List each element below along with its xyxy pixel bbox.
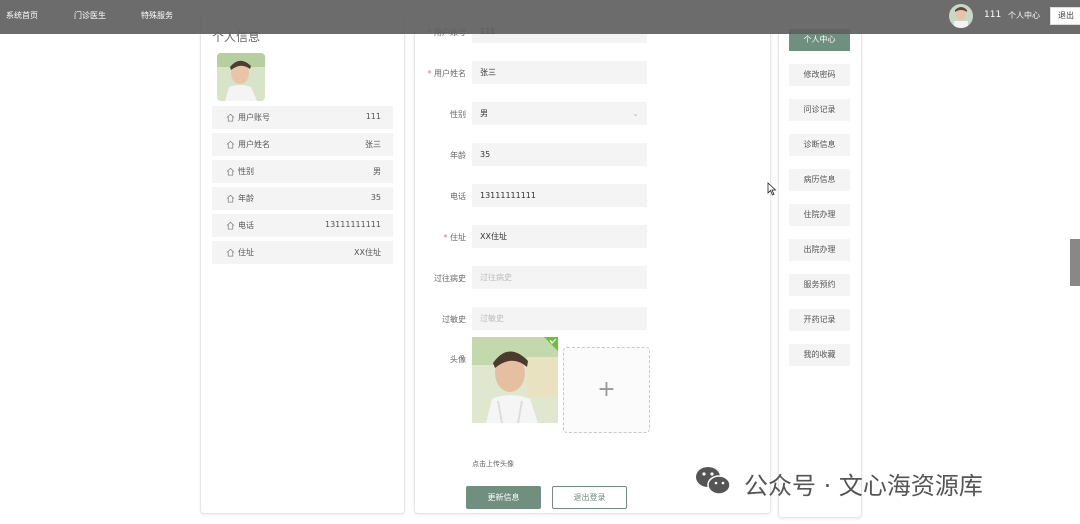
top-navbar: 系统首页 门诊医生 特殊服务 111 个人中心 退出 — [0, 0, 1080, 34]
gender-select[interactable]: 男 ⌄ — [472, 102, 647, 125]
side-menu-card — [778, 12, 862, 518]
address-label: * 住址 — [443, 233, 466, 242]
avatar-upload-hint[interactable]: 点击上传头像 — [472, 459, 514, 469]
history-input[interactable]: 过往病史 — [472, 266, 647, 289]
plus-icon: + — [597, 377, 616, 402]
phone-input[interactable]: 13111111111 — [472, 184, 647, 207]
profile-row-account: 用户账号 111 — [212, 106, 393, 129]
menu-my-favorites[interactable]: 我的收藏 — [789, 344, 850, 366]
gender-select-value: 男 — [480, 109, 488, 118]
uploaded-avatar-image[interactable] — [472, 337, 558, 423]
profile-row-address: 住址 XX住址 — [212, 241, 393, 264]
avatar-label: 头像 — [450, 355, 466, 364]
menu-prescription-records[interactable]: 开药记录 — [789, 309, 850, 331]
profile-row-value: 35 — [370, 193, 381, 202]
menu-diagnosis-info[interactable]: 诊断信息 — [789, 134, 850, 156]
profile-row-value: XX住址 — [354, 248, 381, 257]
name-input[interactable]: 张三 — [472, 61, 647, 84]
logout-button[interactable]: 退出 — [1050, 7, 1080, 25]
profile-row-label: 用户账号 — [238, 113, 270, 122]
update-info-button[interactable]: 更新信息 — [466, 486, 541, 509]
profile-row-value: 111 — [365, 112, 381, 121]
menu-service-booking[interactable]: 服务预约 — [789, 274, 850, 296]
nav-home[interactable]: 系统首页 — [6, 10, 38, 21]
profile-row-phone: 电话 13111111111 — [212, 214, 393, 237]
phone-label: 电话 — [450, 192, 466, 201]
home-icon — [226, 248, 235, 257]
profile-row-value: 13111111111 — [325, 220, 381, 229]
user-avatar[interactable] — [949, 4, 973, 28]
profile-row-label: 年龄 — [238, 194, 254, 203]
profile-row-label: 住址 — [238, 248, 254, 257]
nav-outpatient-doctor[interactable]: 门诊医生 — [74, 10, 106, 21]
profile-row-label: 电话 — [238, 221, 254, 230]
home-icon — [226, 194, 235, 203]
nav-special-service[interactable]: 特殊服务 — [141, 10, 173, 21]
menu-discharge[interactable]: 出院办理 — [789, 239, 850, 261]
gender-label: 性别 — [450, 110, 466, 119]
personal-center-link[interactable]: 个人中心 — [1008, 10, 1040, 21]
profile-row-age: 年龄 35 — [212, 187, 393, 210]
logout-account-button[interactable]: 退出登录 — [552, 486, 627, 509]
address-input[interactable]: XX住址 — [472, 225, 647, 248]
chevron-down-icon: ⌄ — [632, 109, 639, 118]
allergy-input[interactable]: 过敏史 — [472, 307, 647, 330]
home-icon — [226, 167, 235, 176]
name-label: * 用户姓名 — [427, 69, 466, 78]
profile-row-label: 用户姓名 — [238, 140, 270, 149]
profile-row-value: 男 — [373, 167, 381, 176]
age-label: 年龄 — [450, 151, 466, 160]
watermark-text: 公众号 · 文心海资源库 — [744, 472, 983, 500]
menu-change-password[interactable]: 修改密码 — [789, 64, 850, 86]
menu-consultation-records[interactable]: 问诊记录 — [789, 99, 850, 121]
username-label: 111 — [984, 10, 1002, 20]
wechat-icon — [696, 467, 731, 495]
profile-row-value: 张三 — [365, 140, 381, 149]
home-icon — [226, 140, 235, 149]
menu-medical-records[interactable]: 病历信息 — [789, 169, 850, 191]
history-label: 过往病史 — [434, 274, 466, 283]
avatar-upload-box[interactable]: + — [563, 347, 650, 433]
profile-avatar — [217, 53, 265, 101]
home-icon — [226, 113, 235, 122]
menu-admission[interactable]: 住院办理 — [789, 204, 850, 226]
age-input[interactable]: 35 — [472, 143, 647, 166]
scrollbar-thumb[interactable] — [1070, 239, 1080, 286]
mouse-cursor-icon — [767, 182, 777, 196]
profile-row-name: 用户姓名 张三 — [212, 133, 393, 156]
profile-row-label: 性别 — [238, 167, 254, 176]
allergy-label: 过敏史 — [442, 315, 466, 324]
profile-row-gender: 性别 男 — [212, 160, 393, 183]
profile-form-card — [414, 12, 771, 514]
home-icon — [226, 221, 235, 230]
